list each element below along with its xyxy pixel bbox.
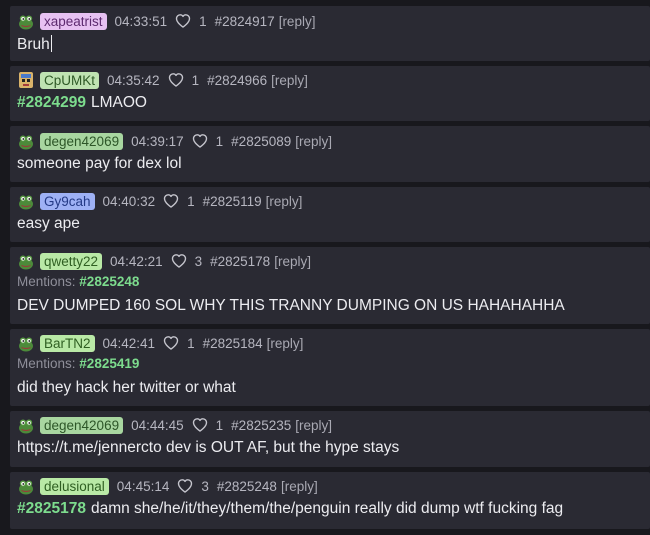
username-badge[interactable]: qwetty22 [40, 252, 103, 270]
chat-message: CpUMKt 04:35:42 1 #2824966 [reply] #2824299 LM… [10, 66, 650, 121]
timestamp: 04:35:42 [107, 72, 160, 88]
pixel-character-icon [17, 71, 35, 89]
timestamp: 04:45:14 [116, 478, 170, 494]
username-badge[interactable]: degen42069 [40, 132, 124, 150]
post-id[interactable]: #2825119 [203, 194, 262, 209]
pepe-frog-icon [17, 477, 35, 495]
reply-link[interactable]: [reply] [295, 134, 332, 149]
timestamp: 04:40:32 [102, 193, 156, 209]
mentions-label: Mentions: [17, 356, 76, 371]
username-badge[interactable]: Gy9cah [40, 192, 95, 210]
post-id[interactable]: #2825184 [203, 336, 263, 351]
heart-icon[interactable] [163, 335, 179, 351]
mentions-line: Mentions: #2825419 [17, 356, 139, 371]
username-badge[interactable]: xapeatrist [40, 12, 107, 30]
message-body: DEV DUMPED 160 SOL WHY THIS TRANNY DUMPI… [17, 297, 565, 315]
pepe-frog-icon [17, 132, 35, 150]
message-text: easy ape [17, 215, 80, 232]
message-header: degen42069 04:39:17 1 #2825089 [reply] [17, 131, 332, 151]
message-header: qwetty22 04:42:21 3 #2825178 [reply] [17, 251, 311, 271]
heart-icon[interactable] [192, 133, 208, 149]
reply-link[interactable]: [reply] [274, 254, 311, 269]
message-header: CpUMKt 04:35:42 1 #2824966 [reply] [17, 70, 308, 90]
message-text: https://t.me/jennercto dev is OUT AF, bu… [17, 439, 400, 456]
chat-message: degen42069 04:39:17 1 #2825089 [reply] someon… [10, 126, 650, 182]
timestamp: 04:42:21 [110, 253, 163, 269]
like-count: 1 [187, 335, 195, 351]
chat-message: qwetty22 04:42:21 3 #2825178 [reply] Mentions… [10, 247, 650, 324]
message-body: #2824299 LMAOO [17, 94, 147, 112]
username-badge[interactable]: BarTN2 [40, 334, 95, 352]
chat-message: delusional 04:45:14 3 #2825248 [reply] #28251… [10, 472, 650, 529]
message-text: LMAOO [90, 94, 147, 111]
heart-icon[interactable] [163, 193, 179, 209]
mentions-label: Mentions: [17, 274, 76, 289]
message-header: degen42069 04:44:45 1 #2825235 [reply] [17, 415, 332, 435]
message-text: damn she/he/it/they/them/the/penguin rea… [90, 500, 564, 517]
message-body: https://t.me/jennercto dev is OUT AF, bu… [17, 439, 399, 457]
quote-link[interactable]: #2825178 [17, 500, 86, 517]
pepe-frog-icon [17, 12, 35, 30]
message-text: DEV DUMPED 160 SOL WHY THIS TRANNY DUMPI… [17, 297, 565, 314]
chat-message: BarTN2 04:42:41 1 #2825184 [reply] Mentions: … [10, 329, 650, 406]
post-id[interactable]: #2825178 [210, 254, 270, 269]
post-id[interactable]: #2825248 [217, 479, 277, 494]
post-id[interactable]: #2825089 [231, 134, 291, 149]
chat-message: xapeatrist 04:33:51 1 #2824917 [reply] Bruh [10, 6, 650, 61]
username-badge[interactable]: CpUMKt [40, 71, 100, 89]
text-cursor [50, 35, 52, 52]
mention-link[interactable]: #2825419 [79, 356, 139, 371]
message-header: xapeatrist 04:33:51 1 #2824917 [reply] [17, 11, 315, 31]
post-id[interactable]: #2825235 [231, 418, 291, 433]
reply-link[interactable]: [reply] [295, 418, 332, 433]
pepe-frog-icon [17, 334, 35, 352]
timestamp: 04:42:41 [102, 335, 156, 351]
message-header: delusional 04:45:14 3 #2825248 [reply] [17, 476, 318, 496]
like-count: 1 [199, 13, 207, 29]
pepe-frog-icon [17, 416, 35, 434]
username-badge[interactable]: degen42069 [40, 416, 124, 434]
message-text: did they hack her twitter or what [17, 379, 236, 396]
message-body: #2825178 damn she/he/it/they/them/the/pen… [17, 500, 563, 518]
like-count: 1 [215, 133, 224, 149]
like-count: 1 [215, 417, 224, 433]
reply-link[interactable]: [reply] [271, 73, 308, 88]
like-count: 3 [194, 253, 203, 269]
like-count: 1 [191, 72, 200, 88]
reply-link[interactable]: [reply] [279, 14, 316, 29]
heart-icon[interactable] [192, 417, 208, 433]
post-id[interactable]: #2824917 [215, 14, 275, 29]
chat-message: degen42069 04:44:45 1 #2825235 [reply] https:… [10, 411, 650, 467]
reply-link[interactable]: [reply] [266, 194, 303, 209]
message-text: Bruh [17, 36, 50, 53]
message-text: someone pay for dex lol [17, 155, 182, 172]
pepe-frog-icon [17, 252, 35, 270]
mentions-line: Mentions: #2825248 [17, 274, 139, 289]
like-count: 3 [201, 478, 209, 494]
quote-link[interactable]: #2824299 [17, 94, 86, 111]
reply-link[interactable]: [reply] [267, 336, 304, 351]
message-body: did they hack her twitter or what [17, 379, 236, 397]
mention-link[interactable]: #2825248 [79, 274, 139, 289]
heart-icon[interactable] [175, 13, 191, 29]
timestamp: 04:44:45 [131, 417, 184, 433]
message-body: easy ape [17, 215, 80, 233]
message-body: Bruh [17, 35, 52, 54]
post-id[interactable]: #2824966 [207, 73, 267, 88]
message-header: BarTN2 04:42:41 1 #2825184 [reply] [17, 333, 303, 353]
heart-icon[interactable] [168, 72, 184, 88]
chat-message: Gy9cah 04:40:32 1 #2825119 [reply] easy ape [10, 187, 650, 242]
chat-thread: xapeatrist 04:33:51 1 #2824917 [reply] Bruh Cp… [0, 0, 650, 535]
message-header: Gy9cah 04:40:32 1 #2825119 [reply] [17, 191, 302, 211]
reply-link[interactable]: [reply] [281, 479, 318, 494]
like-count: 1 [187, 193, 195, 209]
pepe-frog-icon [17, 192, 35, 210]
heart-icon[interactable] [171, 253, 187, 269]
username-badge[interactable]: delusional [40, 477, 109, 495]
heart-icon[interactable] [177, 478, 193, 494]
timestamp: 04:39:17 [131, 133, 184, 149]
message-body: someone pay for dex lol [17, 155, 182, 173]
timestamp: 04:33:51 [114, 13, 168, 29]
